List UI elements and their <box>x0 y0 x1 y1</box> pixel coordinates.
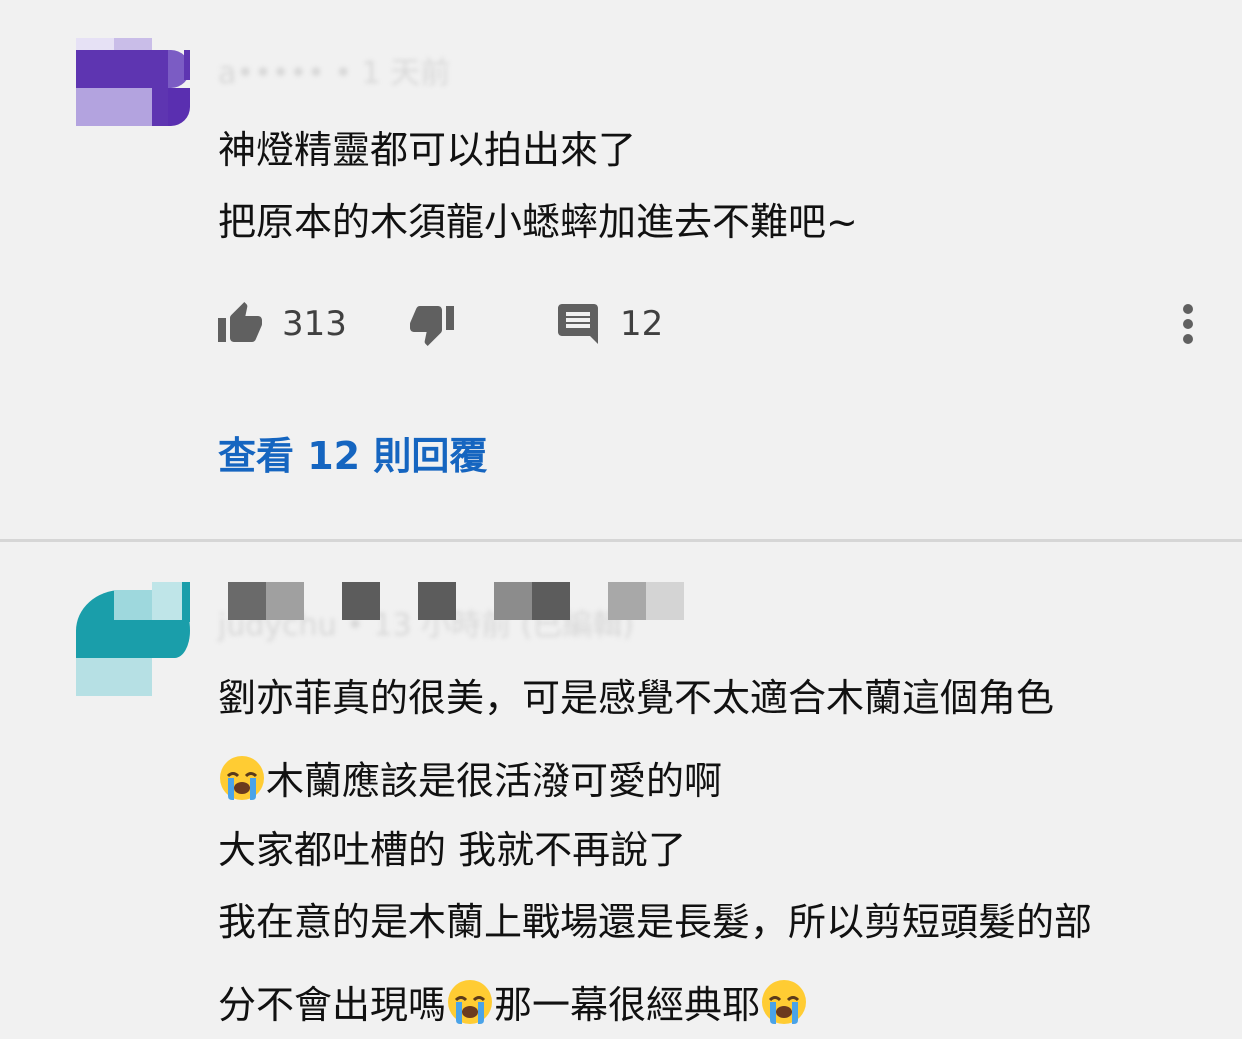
thumbs-up-icon <box>218 302 262 342</box>
view-replies-link[interactable]: 查看 12 則回覆 <box>218 430 487 482</box>
comment-text-fragment: 分不會出現嗎 <box>218 983 447 1027</box>
comment-text-line: 木蘭應該是很活潑可愛的啊 <box>218 754 722 805</box>
reply-count: 12 <box>620 304 664 344</box>
comment-text-fragment: 木蘭應該是很活潑可愛的啊 <box>266 759 723 803</box>
comment-text-line: 劉亦菲真的很美，可是感覺不太適合木蘭這個角色 <box>218 676 1055 720</box>
crying-face-emoji <box>218 754 266 802</box>
comment-text-line: 把原本的木須龍小蟋蟀加進去不難吧~ <box>218 200 858 244</box>
crying-face-emoji <box>446 978 494 1026</box>
comment-thread: a••••• • 1 天前 神燈精靈都可以拍出來了 把原本的木須龍小蟋蟀加進去不… <box>0 0 1242 540</box>
dislike-button[interactable] <box>408 296 456 352</box>
comment-text-line: 神燈精靈都可以拍出來了 <box>218 128 637 172</box>
more-vert-icon <box>1183 304 1193 344</box>
comment-icon <box>558 304 598 344</box>
comment-actions: 313 12 <box>216 296 1216 352</box>
comment-text-line: 我在意的是木蘭上戰場還是長髮，所以剪短頭髮的部 <box>218 900 1093 944</box>
comment-text-line: 大家都吐槽的 我就不再說了 <box>218 828 687 872</box>
thumbs-down-icon <box>410 306 454 346</box>
more-options-button[interactable] <box>1168 300 1208 348</box>
comment-text-line: 分不會出現嗎 那一幕很經典耶 <box>218 978 808 1029</box>
avatar[interactable] <box>76 582 190 696</box>
comment-author[interactable]: a••••• • 1 天前 <box>218 48 450 91</box>
like-button[interactable]: 313 <box>216 296 347 352</box>
comment-text-fragment: 那一幕很經典耶 <box>494 983 761 1027</box>
crying-face-emoji <box>760 978 808 1026</box>
reply-button[interactable]: 12 <box>554 296 663 352</box>
like-count: 313 <box>282 304 347 344</box>
avatar[interactable] <box>76 38 190 152</box>
